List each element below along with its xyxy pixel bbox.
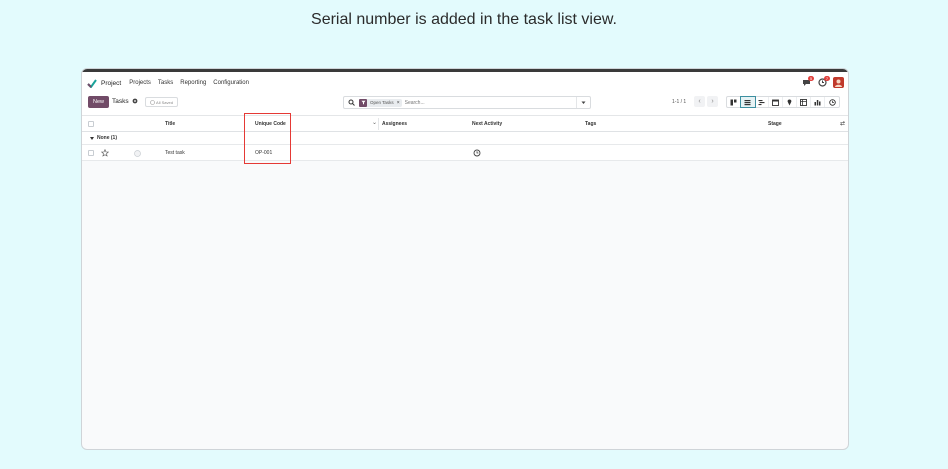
menu-projects[interactable]: Projects <box>129 80 151 86</box>
chevron-down-icon[interactable] <box>576 97 590 108</box>
row-checkbox[interactable] <box>88 150 94 156</box>
kanban-icon[interactable] <box>727 97 741 107</box>
gantt-icon[interactable] <box>755 97 769 107</box>
calendar-icon[interactable] <box>769 97 783 107</box>
app-window: Project Projects Tasks Reporting Configu… <box>81 68 849 450</box>
list-icon[interactable] <box>740 96 756 108</box>
search-input[interactable] <box>404 98 576 107</box>
navbar-systray: 5 7 <box>801 75 844 88</box>
app-name[interactable]: Project <box>101 80 121 87</box>
search-facet: Open Tasks × <box>359 98 402 107</box>
caret-down-icon <box>90 137 94 140</box>
column-separator <box>378 118 379 130</box>
breadcrumb: Tasks <box>112 98 129 105</box>
row-title[interactable]: Test task <box>165 150 185 156</box>
pager-next-icon[interactable]: › <box>707 96 718 107</box>
user-avatar[interactable] <box>833 77 844 88</box>
group-label: None (1) <box>97 135 117 141</box>
project-check-icon[interactable] <box>87 78 97 88</box>
page-caption: Serial number is added in the task list … <box>311 11 617 28</box>
unique-code-highlight-box <box>244 113 291 164</box>
task-list-table: Title Unique Code ⌄ Assignees Next Activ… <box>82 116 848 161</box>
menu-tasks[interactable]: Tasks <box>158 80 173 86</box>
activity-icon[interactable] <box>825 97 839 107</box>
search-icon[interactable] <box>347 98 356 107</box>
status-circle-icon[interactable] <box>134 150 141 157</box>
map-icon[interactable] <box>783 97 797 107</box>
column-resize-chevron-icon[interactable]: ⌄ <box>372 119 377 126</box>
search-bar: Open Tasks × <box>343 96 591 109</box>
group-row[interactable]: None (1) <box>82 132 848 145</box>
menu-configuration[interactable]: Configuration <box>213 80 249 86</box>
pager-value[interactable]: 1-1 / 1 <box>672 99 686 105</box>
new-button[interactable]: New <box>88 96 109 108</box>
column-next-activity[interactable]: Next Activity <box>472 121 502 127</box>
control-panel: New Tasks All Saved Open Tasks × Search.… <box>82 94 848 116</box>
clock-icon[interactable]: 7 <box>817 75 830 88</box>
menu-reporting[interactable]: Reporting <box>180 80 206 86</box>
gear-icon[interactable] <box>131 97 139 105</box>
save-indicator-label: All Saved <box>156 99 173 105</box>
optional-columns-icon[interactable]: ⇄ <box>840 120 845 127</box>
facet-remove-icon[interactable]: × <box>397 100 402 106</box>
pivot-icon[interactable] <box>797 97 811 107</box>
select-all-checkbox[interactable] <box>88 121 94 127</box>
view-switcher <box>726 96 840 108</box>
activity-clock-icon[interactable] <box>473 149 481 157</box>
pager-previous-icon[interactable]: ‹ <box>694 96 705 107</box>
column-assignees[interactable]: Assignees <box>382 121 407 127</box>
table-row[interactable]: Test task OP-001 <box>82 145 848 161</box>
messages-badge: 5 <box>808 75 814 81</box>
column-tags[interactable]: Tags <box>585 121 596 127</box>
chat-icon[interactable]: 5 <box>801 75 814 88</box>
column-title[interactable]: Title <box>165 121 175 127</box>
activities-badge: 7 <box>824 75 830 81</box>
facet-label: Open Tasks <box>370 100 394 105</box>
top-navbar: Project Projects Tasks Reporting Configu… <box>82 72 848 94</box>
column-stage[interactable]: Stage <box>768 121 782 127</box>
filter-icon <box>359 98 367 107</box>
save-indicator: All Saved <box>145 97 178 107</box>
graph-icon[interactable] <box>811 97 825 107</box>
star-icon[interactable] <box>101 149 109 157</box>
cloud-check-icon <box>150 99 155 105</box>
table-header: Title Unique Code ⌄ Assignees Next Activ… <box>82 116 848 132</box>
